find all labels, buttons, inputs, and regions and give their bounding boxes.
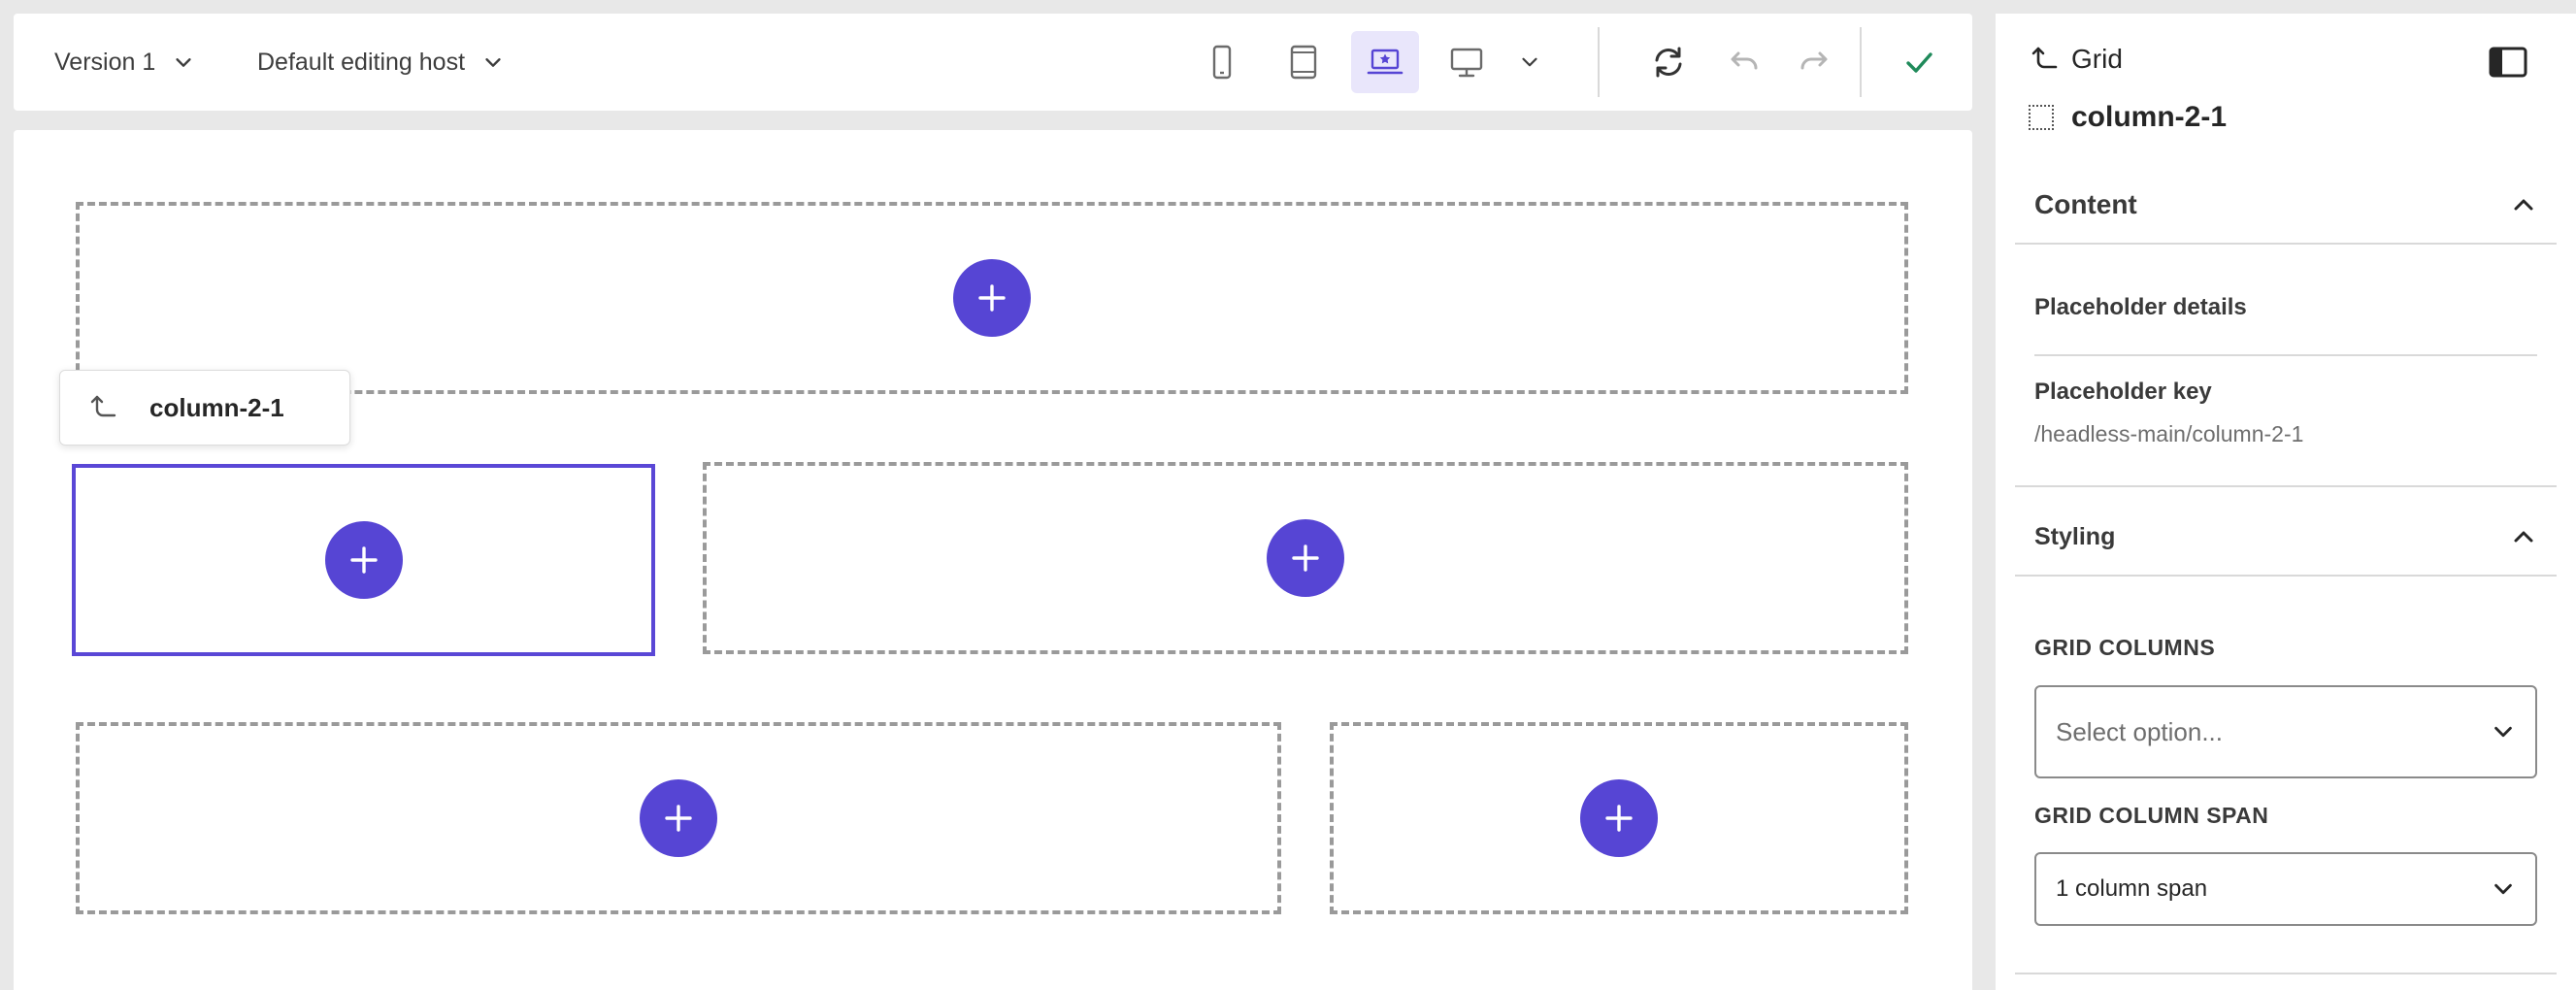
add-component-button[interactable] bbox=[1267, 519, 1344, 597]
component-title: column-2-1 bbox=[2029, 101, 2227, 134]
editing-canvas bbox=[14, 130, 1972, 990]
chevron-down-icon bbox=[2494, 883, 2512, 895]
content-section-title: Content bbox=[2034, 189, 2137, 219]
desktop-icon bbox=[1450, 48, 1483, 78]
grid-column-span-select[interactable]: 1 column span bbox=[2034, 852, 2537, 926]
chevron-down-icon bbox=[176, 58, 191, 67]
desktop-view-button[interactable] bbox=[1433, 31, 1501, 93]
component-name: column-2-1 bbox=[2071, 101, 2228, 133]
top-toolbar: Version 1 Default editing host bbox=[14, 14, 1972, 111]
plus-icon bbox=[1605, 805, 1633, 832]
editing-host-dropdown[interactable]: Default editing host bbox=[257, 14, 504, 111]
plus-icon bbox=[978, 284, 1006, 312]
grid-column-span-value: 1 column span bbox=[2056, 875, 2208, 902]
panel-toggle-icon[interactable] bbox=[2487, 43, 2529, 82]
undo-icon bbox=[1731, 51, 1758, 70]
parent-arrow-icon[interactable] bbox=[87, 391, 120, 424]
properties-panel: Grid column-2-1 Content Placeholder deta… bbox=[1996, 14, 2576, 990]
grid-columns-select[interactable]: Select option... bbox=[2034, 685, 2537, 778]
placeholder-bottom-right[interactable] bbox=[1330, 722, 1908, 914]
confirm-button[interactable] bbox=[1885, 31, 1953, 93]
placeholder-bottom-left[interactable] bbox=[76, 722, 1281, 914]
placeholder-key-value: /headless-main/column-2-1 bbox=[2034, 421, 2304, 446]
parent-arrow-icon bbox=[2031, 47, 2058, 69]
placeholder-key-label: Placeholder key bbox=[2034, 379, 2212, 405]
laptop-view-button[interactable] bbox=[1351, 31, 1419, 93]
chevron-down-icon bbox=[2494, 726, 2512, 738]
more-devices-button[interactable] bbox=[1501, 31, 1559, 93]
add-component-button[interactable] bbox=[1580, 779, 1658, 857]
placeholder-top[interactable] bbox=[76, 202, 1908, 394]
refresh-button[interactable] bbox=[1635, 31, 1702, 93]
chevron-up-icon bbox=[2514, 199, 2533, 211]
refresh-icon bbox=[1655, 47, 1682, 78]
add-component-button[interactable] bbox=[324, 521, 403, 599]
version-label: Version 1 bbox=[54, 48, 156, 76]
laptop-star-icon bbox=[1367, 49, 1404, 75]
styling-section-header[interactable]: Styling bbox=[2015, 499, 2557, 577]
dotted-square-icon bbox=[2029, 105, 2054, 130]
add-component-button[interactable] bbox=[953, 259, 1031, 337]
styling-section-title: Styling bbox=[2034, 522, 2116, 550]
chevron-down-icon bbox=[485, 58, 501, 67]
chevron-down-icon bbox=[1522, 57, 1537, 67]
redo-icon bbox=[1800, 51, 1828, 70]
plus-icon bbox=[349, 546, 378, 574]
toolbar-divider bbox=[1860, 27, 1862, 97]
undo-button[interactable] bbox=[1708, 31, 1776, 93]
divider bbox=[2015, 485, 2557, 487]
chip-label: column-2-1 bbox=[149, 392, 284, 422]
chevron-up-icon bbox=[2514, 531, 2533, 543]
version-dropdown[interactable]: Version 1 bbox=[54, 14, 194, 111]
grid-columns-label: GRID COLUMNS bbox=[2034, 635, 2216, 660]
tablet-view-button[interactable] bbox=[1270, 31, 1338, 93]
grid-column-span-label: GRID COLUMN SPAN bbox=[2034, 803, 2269, 828]
placeholder-column-2-2[interactable] bbox=[703, 462, 1908, 654]
redo-button[interactable] bbox=[1782, 31, 1850, 93]
add-component-button[interactable] bbox=[640, 779, 717, 857]
back-label: Grid bbox=[2071, 44, 2123, 74]
tablet-icon bbox=[1290, 45, 1317, 80]
divider bbox=[2015, 973, 2557, 974]
divider bbox=[2034, 354, 2537, 356]
grid-columns-placeholder: Select option... bbox=[2056, 716, 2223, 746]
placeholder-column-2-1[interactable] bbox=[72, 464, 655, 656]
editing-host-label: Default editing host bbox=[257, 48, 466, 76]
phone-icon bbox=[1212, 45, 1232, 80]
check-icon bbox=[1906, 52, 1932, 73]
plus-icon bbox=[665, 805, 692, 832]
back-to-parent-link[interactable]: Grid bbox=[2029, 43, 2123, 76]
toolbar-divider bbox=[1598, 27, 1600, 97]
selected-placeholder-chip[interactable]: column-2-1 bbox=[59, 370, 350, 446]
phone-view-button[interactable] bbox=[1188, 31, 1256, 93]
placeholder-details-label: Placeholder details bbox=[2034, 294, 2247, 320]
plus-icon bbox=[1292, 544, 1319, 572]
content-section-header[interactable]: Content bbox=[2015, 167, 2557, 245]
